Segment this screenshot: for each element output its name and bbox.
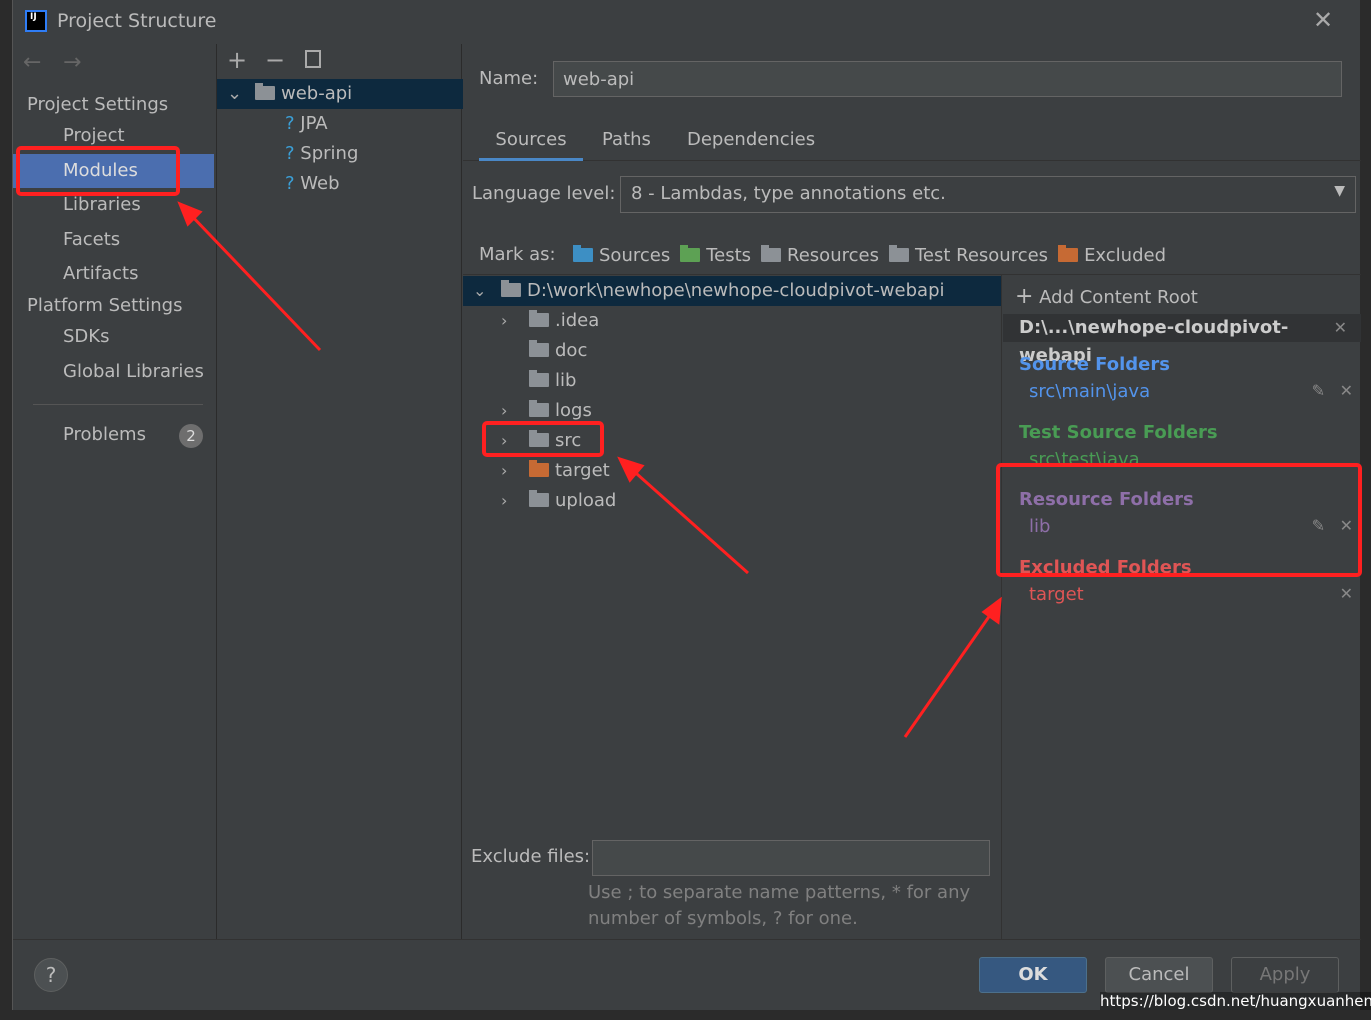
arrow-resource [903,607,997,738]
highlight-modules [16,146,180,196]
arrow-modules [186,210,322,352]
annotation-overlay [16,146,1362,738]
highlight-resource [996,463,1362,577]
arrow-src [627,464,749,575]
highlight-src [482,421,604,457]
